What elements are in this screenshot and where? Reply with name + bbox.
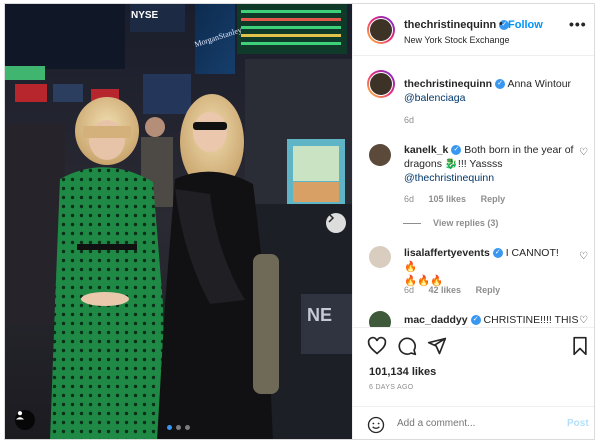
replies-divider: [403, 223, 421, 225]
commenter-avatar[interactable]: [369, 311, 391, 327]
verified-badge-icon: ✓: [470, 315, 481, 326]
trading-floor-photo: NYSE MorganStanley NE: [5, 4, 352, 439]
separator-dot: •: [499, 18, 503, 30]
comment-username[interactable]: kanelk_k: [404, 144, 448, 156]
sign-nyse: NYSE: [131, 10, 159, 21]
caption: thechristinequinn ✓ Anna Wintour @balenci…: [404, 77, 584, 105]
caption-username[interactable]: thechristinequinn: [404, 78, 492, 90]
emoji-icon[interactable]: [367, 416, 385, 434]
comment-text-line2: dragons 🐉!!! Yassss: [404, 158, 503, 170]
caption-mention[interactable]: @balenciaga: [404, 92, 465, 104]
verified-badge-icon: ✓: [495, 79, 506, 90]
carousel-dot: [185, 425, 190, 430]
comment-time[interactable]: 6d: [404, 194, 414, 204]
post-photo[interactable]: NYSE MorganStanley NE: [5, 4, 352, 439]
comment-likes[interactable]: 105 likes: [429, 194, 467, 204]
comment-time[interactable]: 6d: [404, 285, 414, 295]
instagram-post-modal: NYSE MorganStanley NE thechristinequinn ✓…: [4, 3, 595, 440]
like-comment-heart-icon[interactable]: ♡: [579, 147, 588, 158]
comment-text: CHRISTINE!!!! THIS: [483, 314, 579, 326]
add-comment-bar: Post: [353, 406, 594, 439]
comment-kanelk: kanelk_k ✓ Both born in the year of drago…: [404, 143, 574, 185]
sign-booth-letters: NE: [307, 305, 332, 325]
view-replies-button[interactable]: View replies (3): [403, 218, 498, 228]
add-comment-input[interactable]: [397, 418, 557, 429]
comment-likes[interactable]: 42 likes: [429, 285, 462, 295]
comment-macdaddyy: mac_daddyy ✓ CHRISTINE!!!! THIS: [404, 313, 584, 327]
comment-lisalafferty: lisalaffertyevents ✓ I CANNOT! 🔥 🔥🔥🔥: [404, 246, 574, 288]
likes-count[interactable]: 101,134 likes: [369, 366, 436, 378]
carousel-indicator: [167, 425, 190, 430]
reply-button[interactable]: Reply: [481, 194, 506, 204]
comment-username[interactable]: lisalaffertyevents: [404, 247, 490, 259]
verified-badge-icon: ✓: [492, 248, 503, 259]
post-comment-button[interactable]: Post: [567, 418, 589, 429]
carousel-dot-active: [167, 425, 172, 430]
share-icon[interactable]: [427, 336, 447, 356]
like-comment-heart-icon[interactable]: ♡: [579, 251, 588, 262]
caption-text: Anna Wintour: [507, 78, 572, 90]
reply-button[interactable]: Reply: [476, 285, 501, 295]
comment-meta: 6d 42 likes Reply: [404, 285, 500, 295]
view-replies-label[interactable]: View replies (3): [433, 218, 498, 228]
caption-time[interactable]: 6d: [404, 115, 414, 125]
carousel-dot: [176, 425, 181, 430]
author-avatar[interactable]: [367, 16, 395, 44]
commenter-avatar[interactable]: [369, 144, 391, 166]
comments-list: thechristinequinn ✓ Anna Wintour @balenci…: [353, 57, 594, 327]
bookmark-icon[interactable]: [571, 336, 589, 356]
post-actions: 101,134 likes 6 DAYS AGO Post: [353, 327, 594, 439]
comment-mention[interactable]: @thechristinequinn: [404, 172, 494, 184]
comment-meta: 6d 105 likes Reply: [404, 194, 505, 204]
comment-icon[interactable]: [397, 336, 417, 356]
caption-avatar[interactable]: [367, 70, 395, 98]
heart-icon[interactable]: [367, 336, 387, 356]
post-timestamp[interactable]: 6 DAYS AGO: [369, 384, 414, 391]
post-side-panel: thechristinequinn ✓ • Follow New York Sto…: [352, 4, 594, 439]
user-icon: [16, 411, 24, 420]
follow-button[interactable]: Follow: [508, 19, 543, 31]
more-options-icon[interactable]: •••: [569, 16, 587, 32]
like-comment-heart-icon[interactable]: ♡: [579, 315, 588, 326]
tagged-users-button[interactable]: [15, 410, 35, 430]
carousel-next-button[interactable]: [326, 213, 346, 233]
location-link[interactable]: New York Stock Exchange: [404, 35, 510, 45]
commenter-avatar[interactable]: [369, 246, 391, 268]
post-header: thechristinequinn ✓ • Follow New York Sto…: [353, 4, 594, 56]
comment-username[interactable]: mac_daddyy: [404, 314, 468, 326]
author-username-text[interactable]: thechristinequinn: [404, 19, 496, 31]
comment-text: Both born in the year of: [464, 144, 574, 156]
author-username[interactable]: thechristinequinn ✓: [404, 19, 510, 31]
verified-badge-icon: ✓: [451, 145, 462, 156]
chevron-right-icon: [328, 213, 335, 223]
